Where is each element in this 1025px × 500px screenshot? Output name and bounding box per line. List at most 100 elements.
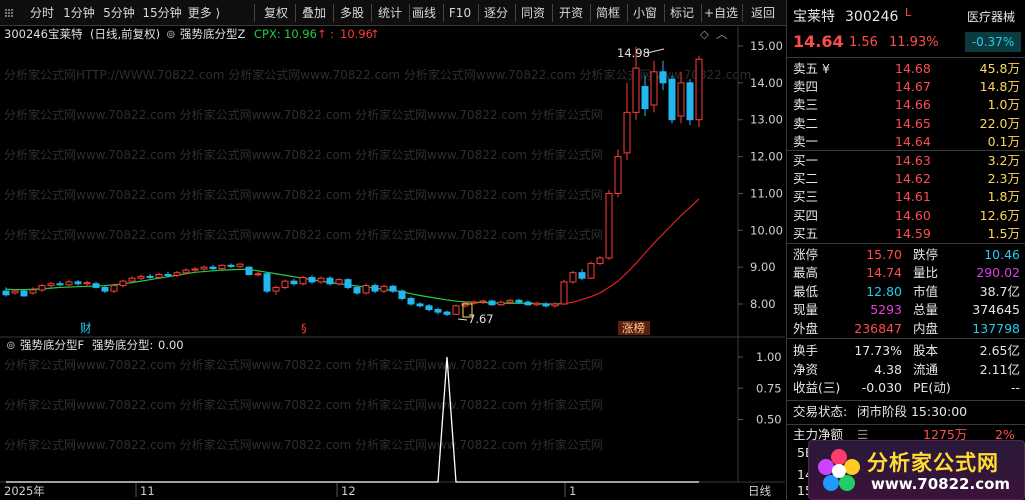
btn-jiankuang[interactable]: 简框 [590,0,626,26]
ask-label: 卖五 ¥ [793,61,830,76]
candle-body [155,274,163,278]
candle-down [488,299,496,306]
btn-tongji[interactable]: 统计 [372,0,408,26]
candle-body [416,303,424,307]
diamond-icon[interactable]: ◇ [700,27,709,41]
candle-body [542,303,550,307]
quote-row: 净资 4.38 流通 2.11亿 [787,361,1025,379]
stat-value: 236847 [854,320,902,336]
btn-biaoji[interactable]: 标记 [664,0,700,26]
candle-body [47,283,55,287]
candle-up [281,279,289,290]
btn-diejia[interactable]: 叠加 [296,0,332,26]
ask-label: 卖二 [793,115,819,131]
candle-up [272,285,280,295]
tab-more[interactable]: 更多 ⟩ [184,0,224,26]
sector-name[interactable]: 医疗器械 [967,6,1015,28]
kline-chart[interactable]: 分析家公式网HTTP://WWW.70822.com 分析家公式网www.708… [0,27,785,497]
candle-body [560,281,568,305]
quote-row: 买五 14.59 1.5万 [787,225,1025,243]
candle-body [470,301,478,304]
btn-fuquan[interactable]: 复权 [258,0,294,26]
candle-up [38,283,46,292]
candle-down [56,281,64,287]
candle-down [326,276,334,286]
candle-body [101,286,109,292]
candle-down [542,302,550,308]
candle-up [317,276,325,284]
stat-value: 14.74 [866,265,902,281]
candle-down [578,268,586,281]
btn-xiaochuang[interactable]: 小窗 [627,0,663,26]
candle-up [533,301,541,306]
candle-body [92,283,100,288]
x-label-year: 2025年 [4,484,45,497]
tab-1min[interactable]: 1分钟 [60,0,98,26]
bid-volume: 12.6万 [979,207,1020,223]
candle-up [452,304,460,316]
stat-value: 137798 [972,320,1020,336]
btn-add-favorite[interactable]: +自选 [701,0,741,26]
btn-f10[interactable]: F10 [443,0,477,26]
candle-body [443,311,451,315]
chart-settings-icon[interactable]: ⊚ [166,27,176,41]
quote-row: 卖三 14.66 1.0万 [787,96,1025,114]
btn-back[interactable]: 返回 [744,0,782,26]
candle-body [389,285,397,292]
candle-body [254,273,262,276]
divider [787,400,1025,401]
candle-body [488,300,496,306]
btn-zhufen[interactable]: 逐分 [478,0,514,26]
candle-down [227,263,235,268]
candle-up [83,280,91,286]
bid-price: 14.62 [895,171,931,187]
btn-huaxian[interactable]: 画线 [406,0,442,26]
candle-body [281,280,289,288]
candle-up [380,284,388,293]
btn-duogu[interactable]: 多股 [334,0,370,26]
candle-body [200,266,208,270]
quote-panel: 宝莱特 300246 L 医疗器械 14.64 1.56 11.93% -0.3… [786,0,1025,500]
tab-5min[interactable]: 5分钟 [98,0,140,26]
sub-y-tick-label: 0.50 [756,413,782,427]
candle-up [362,283,370,295]
candle-down [434,307,442,315]
candle-up [587,261,595,279]
btn-tongzi[interactable]: 同资 [515,0,551,26]
tab-15min[interactable]: 15分钟 [140,0,184,26]
grid-dots-icon[interactable] [4,8,14,18]
sub-y-axis: 1.00 0.75 0.50 [738,350,782,427]
chevron-up-icon[interactable]: ︿ [716,27,728,41]
quote-name: 宝莱特 [793,9,835,25]
trade-state: 闭市阶段 15:30:00 [857,404,968,419]
candle-body [362,285,370,294]
candle-body [515,299,523,303]
tab-fenshi[interactable]: 分时 [24,0,60,26]
stat-key: 换手 [793,343,819,358]
candle-body [380,285,388,292]
stat-value: 38.7亿 [979,283,1020,299]
sub-settings-icon[interactable]: ⊚ [6,338,16,352]
marker-zhangbang[interactable]: 涨榜 [622,321,645,335]
btn-kaizi[interactable]: 开资 [553,0,589,26]
logo-url: www.70822.com [871,475,1011,493]
stat-value: 2.65亿 [979,343,1020,358]
marker-s[interactable]: § [301,321,307,335]
candle-up [596,256,604,266]
candle-down [524,300,532,306]
stat-value: 17.73% [854,343,902,358]
candle-body [119,280,127,287]
candle-body [407,297,415,305]
candle-body [227,264,235,267]
sub-indicator-name[interactable]: 强势底分型F [20,338,84,352]
marker-cai[interactable]: 财 [80,321,92,335]
indicator-name[interactable]: 强势底分型Z [180,27,245,41]
candle-body [497,301,505,306]
candle-body [668,78,676,121]
ask-volume: 1.0万 [987,97,1020,113]
period-button[interactable]: 日线 [748,484,771,497]
candle-up [614,149,622,198]
candle-body [20,290,28,297]
stat-key: 跌停 [913,247,939,262]
candle-down [371,283,379,293]
